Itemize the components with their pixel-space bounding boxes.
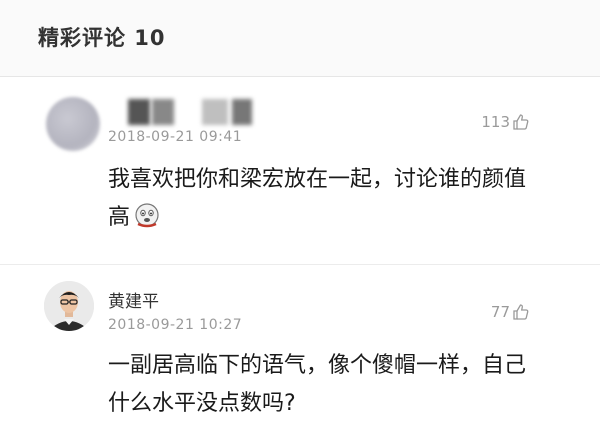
like-button[interactable]: 113 [481, 113, 530, 131]
comment-timestamp: 2018-09-21 10:27 [108, 317, 243, 333]
avatar[interactable] [44, 281, 94, 331]
section-title: 精彩评论 10 [38, 26, 166, 50]
comment-text: 我喜欢把你和梁宏放在一起，讨论谁的颜值高 [108, 167, 527, 230]
username-redacted [128, 99, 150, 125]
like-count: 77 [490, 303, 510, 321]
comments-header: 精彩评论 10 [0, 0, 600, 77]
comment-username[interactable]: 黄建平 [108, 287, 159, 312]
like-button[interactable]: 77 [491, 303, 530, 321]
thumbs-up-icon [512, 113, 530, 131]
username-redacted [232, 99, 252, 125]
comment-timestamp: 2018-09-21 09:41 [108, 129, 243, 145]
avatar[interactable] [46, 97, 100, 151]
comment-text: 一副居高临下的语气，像个傻帽一样，自己什么水平没点数吗? [108, 353, 527, 416]
comment-item: 黄建平 2018-09-21 10:27 77 一副居高临下的语气，像个傻帽一样… [0, 265, 600, 429]
username-redacted [202, 99, 228, 125]
like-count: 113 [481, 113, 510, 131]
thumbs-up-icon [512, 303, 530, 321]
crying-face-emoji-icon [134, 202, 160, 228]
username-redacted [152, 99, 174, 125]
comment-item: 2018-09-21 09:41 113 我喜欢把你和梁宏放在一起，讨论谁的颜值… [0, 77, 600, 265]
